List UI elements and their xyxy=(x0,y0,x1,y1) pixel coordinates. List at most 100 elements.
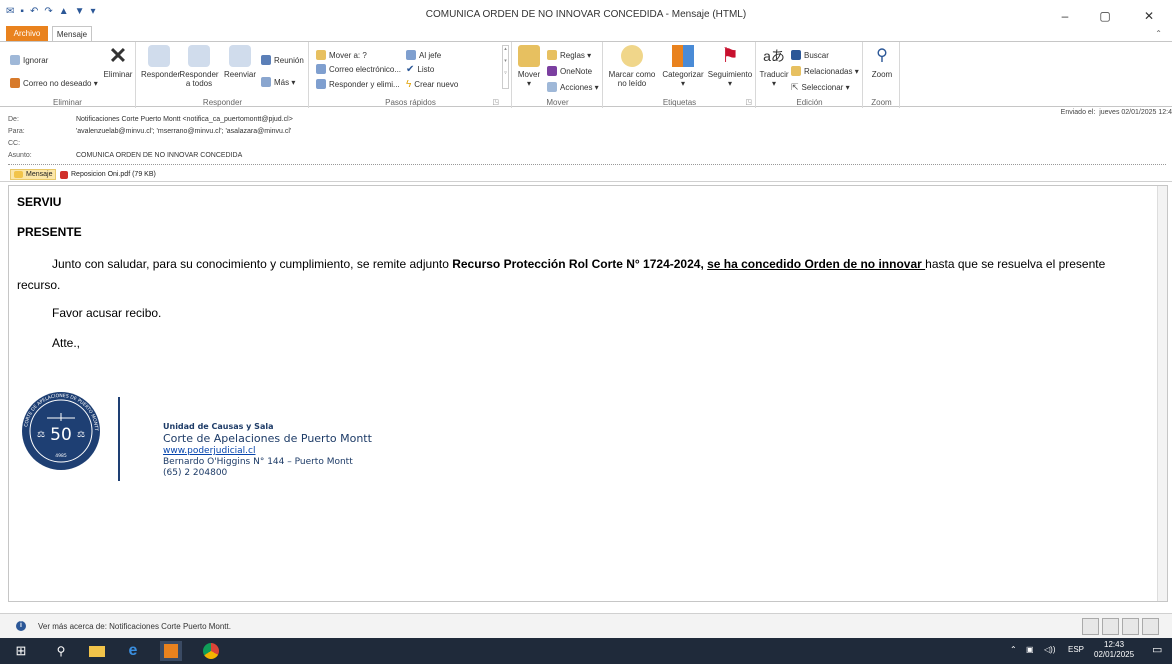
attachment-pdf-label: Reposicion Oni.pdf (79 KB) xyxy=(71,171,156,178)
network-icon[interactable]: ▣ xyxy=(1026,645,1034,654)
rules-button[interactable]: Reglas ▾ xyxy=(547,49,591,61)
create-new-label: Crear nuevo xyxy=(414,79,459,89)
categorize-button[interactable]: Categorizar ▾ xyxy=(660,45,706,88)
main-paragraph: Junto con saludar, para su conocimiento … xyxy=(52,257,1105,271)
para-case-number: Recurso Protección Rol Corte N° 1724-202… xyxy=(452,257,708,271)
signature-court: Corte de Apelaciones de Puerto Montt xyxy=(163,432,372,445)
followup-button[interactable]: ⚑ Seguimiento ▾ xyxy=(706,45,754,88)
translate-button[interactable]: aあ Traducir ▾ xyxy=(759,45,789,88)
flag-icon: ⚑ xyxy=(721,45,739,67)
zoom-label: Zoom xyxy=(871,70,893,79)
mark-unread-label-1: Marcar como xyxy=(608,70,656,79)
language-indicator[interactable]: ESP xyxy=(1068,645,1084,654)
signature-phone: (65) 2 204800 xyxy=(163,468,228,478)
signature-website-link[interactable]: www.poderjudicial.cl xyxy=(163,446,372,457)
contact-avatar-icon[interactable] xyxy=(1142,618,1159,635)
attachment-message[interactable]: Mensaje xyxy=(10,169,57,180)
file-explorer-icon[interactable] xyxy=(86,641,108,661)
subject-row: Asunto: COMUNICA ORDEN DE NO INNOVAR CON… xyxy=(8,151,242,161)
greeting-presente: PRESENTE xyxy=(17,225,82,239)
ribbon: Ignorar Correo no deseado ▾ ✕ Eliminar E… xyxy=(0,41,1172,108)
rules-icon xyxy=(547,50,557,60)
outlook-icon[interactable] xyxy=(160,641,182,661)
check-icon: ✔ xyxy=(406,63,415,75)
edge-browser-icon[interactable]: e xyxy=(122,641,144,661)
junk-label: Correo no deseado ▾ xyxy=(23,78,98,88)
more-respond-button[interactable]: Más ▾ xyxy=(261,76,295,88)
group-label-delete: Eliminar xyxy=(53,98,82,107)
quickstep-create-new[interactable]: ϟ Crear nuevo xyxy=(406,78,458,90)
delete-label: Eliminar xyxy=(103,70,133,79)
forward-label: Reenviar xyxy=(223,70,256,79)
more-icon xyxy=(261,77,271,87)
greeting-serviu: SERVIU xyxy=(17,195,62,209)
zoom-button[interactable]: ⚲ Zoom xyxy=(866,45,898,79)
quicksteps-scroll[interactable]: ▴ ▾ ▿ xyxy=(502,45,509,89)
quicksteps-launcher-icon[interactable]: ◳ xyxy=(492,98,499,106)
group-quicksteps: Mover a: ? Correo electrónico... Respond… xyxy=(310,42,512,108)
volume-icon[interactable]: ◁)) xyxy=(1044,645,1055,654)
quickstep-reply-delete[interactable]: Responder y elimi... xyxy=(316,78,400,90)
from-value[interactable]: Notificaciones Corte Puerto Montt <notif… xyxy=(76,116,293,123)
title-bar: ✉ ▪ ↶ ↷ ▲ ▼ ▾ COMUNICA ORDEN DE NO INNOV… xyxy=(0,0,1172,26)
to-value[interactable]: 'avalenzuelab@minvu.cl'; 'mserrano@minvu… xyxy=(76,128,291,135)
onenote-button[interactable]: OneNote xyxy=(547,65,592,77)
windows-taskbar: ⊞ ⚲ e ⌃ ▣ ◁)) ESP 12:43 02/01/2025 ▭ xyxy=(0,638,1172,664)
forward-button[interactable]: Reenviar xyxy=(223,45,257,79)
meeting-icon xyxy=(261,55,271,65)
quickstep-boss[interactable]: Al jefe xyxy=(406,49,441,61)
tray-chevron-icon[interactable]: ⌃ xyxy=(1010,645,1017,654)
binoculars-icon xyxy=(791,50,801,60)
contact-avatar-icon[interactable] xyxy=(1082,618,1099,635)
minimize-button[interactable]: – xyxy=(1048,6,1082,26)
search-icon[interactable]: ⚲ xyxy=(50,641,72,661)
clock[interactable]: 12:43 02/01/2025 xyxy=(1094,640,1134,660)
sent-date: Enviado el: jueves 02/01/2025 12:4 xyxy=(1061,109,1172,116)
ignore-label: Ignorar xyxy=(23,55,49,65)
group-label-respond: Responder xyxy=(202,98,243,107)
categorize-icon xyxy=(672,45,694,67)
maximize-button[interactable]: ▢ xyxy=(1088,6,1122,26)
group-edit: aあ Traducir ▾ Buscar Relacionadas ▾ ⇱ Sel… xyxy=(757,42,863,108)
meeting-button[interactable]: Reunión xyxy=(261,54,304,66)
categorize-label: Categorizar xyxy=(662,70,704,79)
related-button[interactable]: Relacionadas ▾ xyxy=(791,65,859,77)
people-pane-text[interactable]: Ver más acerca de: Notificaciones Corte … xyxy=(38,622,231,631)
translate-label: Traducir xyxy=(759,70,789,79)
attachment-pdf[interactable]: Reposicion Oni.pdf (79 KB) xyxy=(60,169,156,180)
contact-avatar-icon[interactable] xyxy=(1102,618,1119,635)
boss-icon xyxy=(406,50,416,60)
ignore-button[interactable]: Ignorar xyxy=(10,54,48,66)
tags-launcher-icon[interactable]: ◳ xyxy=(745,98,752,106)
find-button[interactable]: Buscar xyxy=(791,49,829,61)
junk-icon xyxy=(10,78,20,88)
close-button[interactable]: ✕ xyxy=(1132,6,1166,26)
tab-file[interactable]: Archivo xyxy=(6,26,48,42)
clock-time: 12:43 xyxy=(1104,640,1125,649)
collapse-ribbon-icon[interactable]: ⌃ xyxy=(1155,29,1162,38)
mark-unread-button[interactable]: Marcar como no leído xyxy=(606,45,658,88)
reply-all-button[interactable]: Responder a todos xyxy=(179,45,219,88)
body-scrollbar[interactable] xyxy=(1157,186,1167,601)
find-label: Buscar xyxy=(804,50,829,60)
quickstep-done[interactable]: ✔ Listo xyxy=(406,63,434,75)
notification-icon[interactable]: ▭ xyxy=(1152,643,1162,656)
junk-button[interactable]: Correo no deseado ▾ xyxy=(10,77,98,89)
move-button[interactable]: Mover ▾ xyxy=(515,45,543,88)
chrome-icon[interactable] xyxy=(200,641,222,661)
delete-button[interactable]: ✕ Eliminar xyxy=(102,45,134,80)
para-wrap: recurso. xyxy=(17,278,61,292)
attachment-bar: Mensaje Reposicion Oni.pdf (79 KB) xyxy=(0,167,1172,182)
quickstep-email[interactable]: Correo electrónico... xyxy=(316,63,401,75)
lightning-icon: ϟ xyxy=(406,78,412,90)
actions-button[interactable]: Acciones ▾ xyxy=(547,81,599,93)
windows-start-icon[interactable]: ⊞ xyxy=(10,641,32,661)
reply-button[interactable]: Responder xyxy=(141,45,180,79)
attachment-message-label: Mensaje xyxy=(26,171,53,178)
subject-label: Asunto: xyxy=(8,152,32,159)
related-label: Relacionadas ▾ xyxy=(804,66,859,76)
select-button[interactable]: ⇱ Seleccionar ▾ xyxy=(791,81,850,93)
cursor-icon: ⇱ xyxy=(791,81,799,92)
contact-avatar-icon[interactable] xyxy=(1122,618,1139,635)
quickstep-move-to[interactable]: Mover a: ? xyxy=(316,49,367,61)
